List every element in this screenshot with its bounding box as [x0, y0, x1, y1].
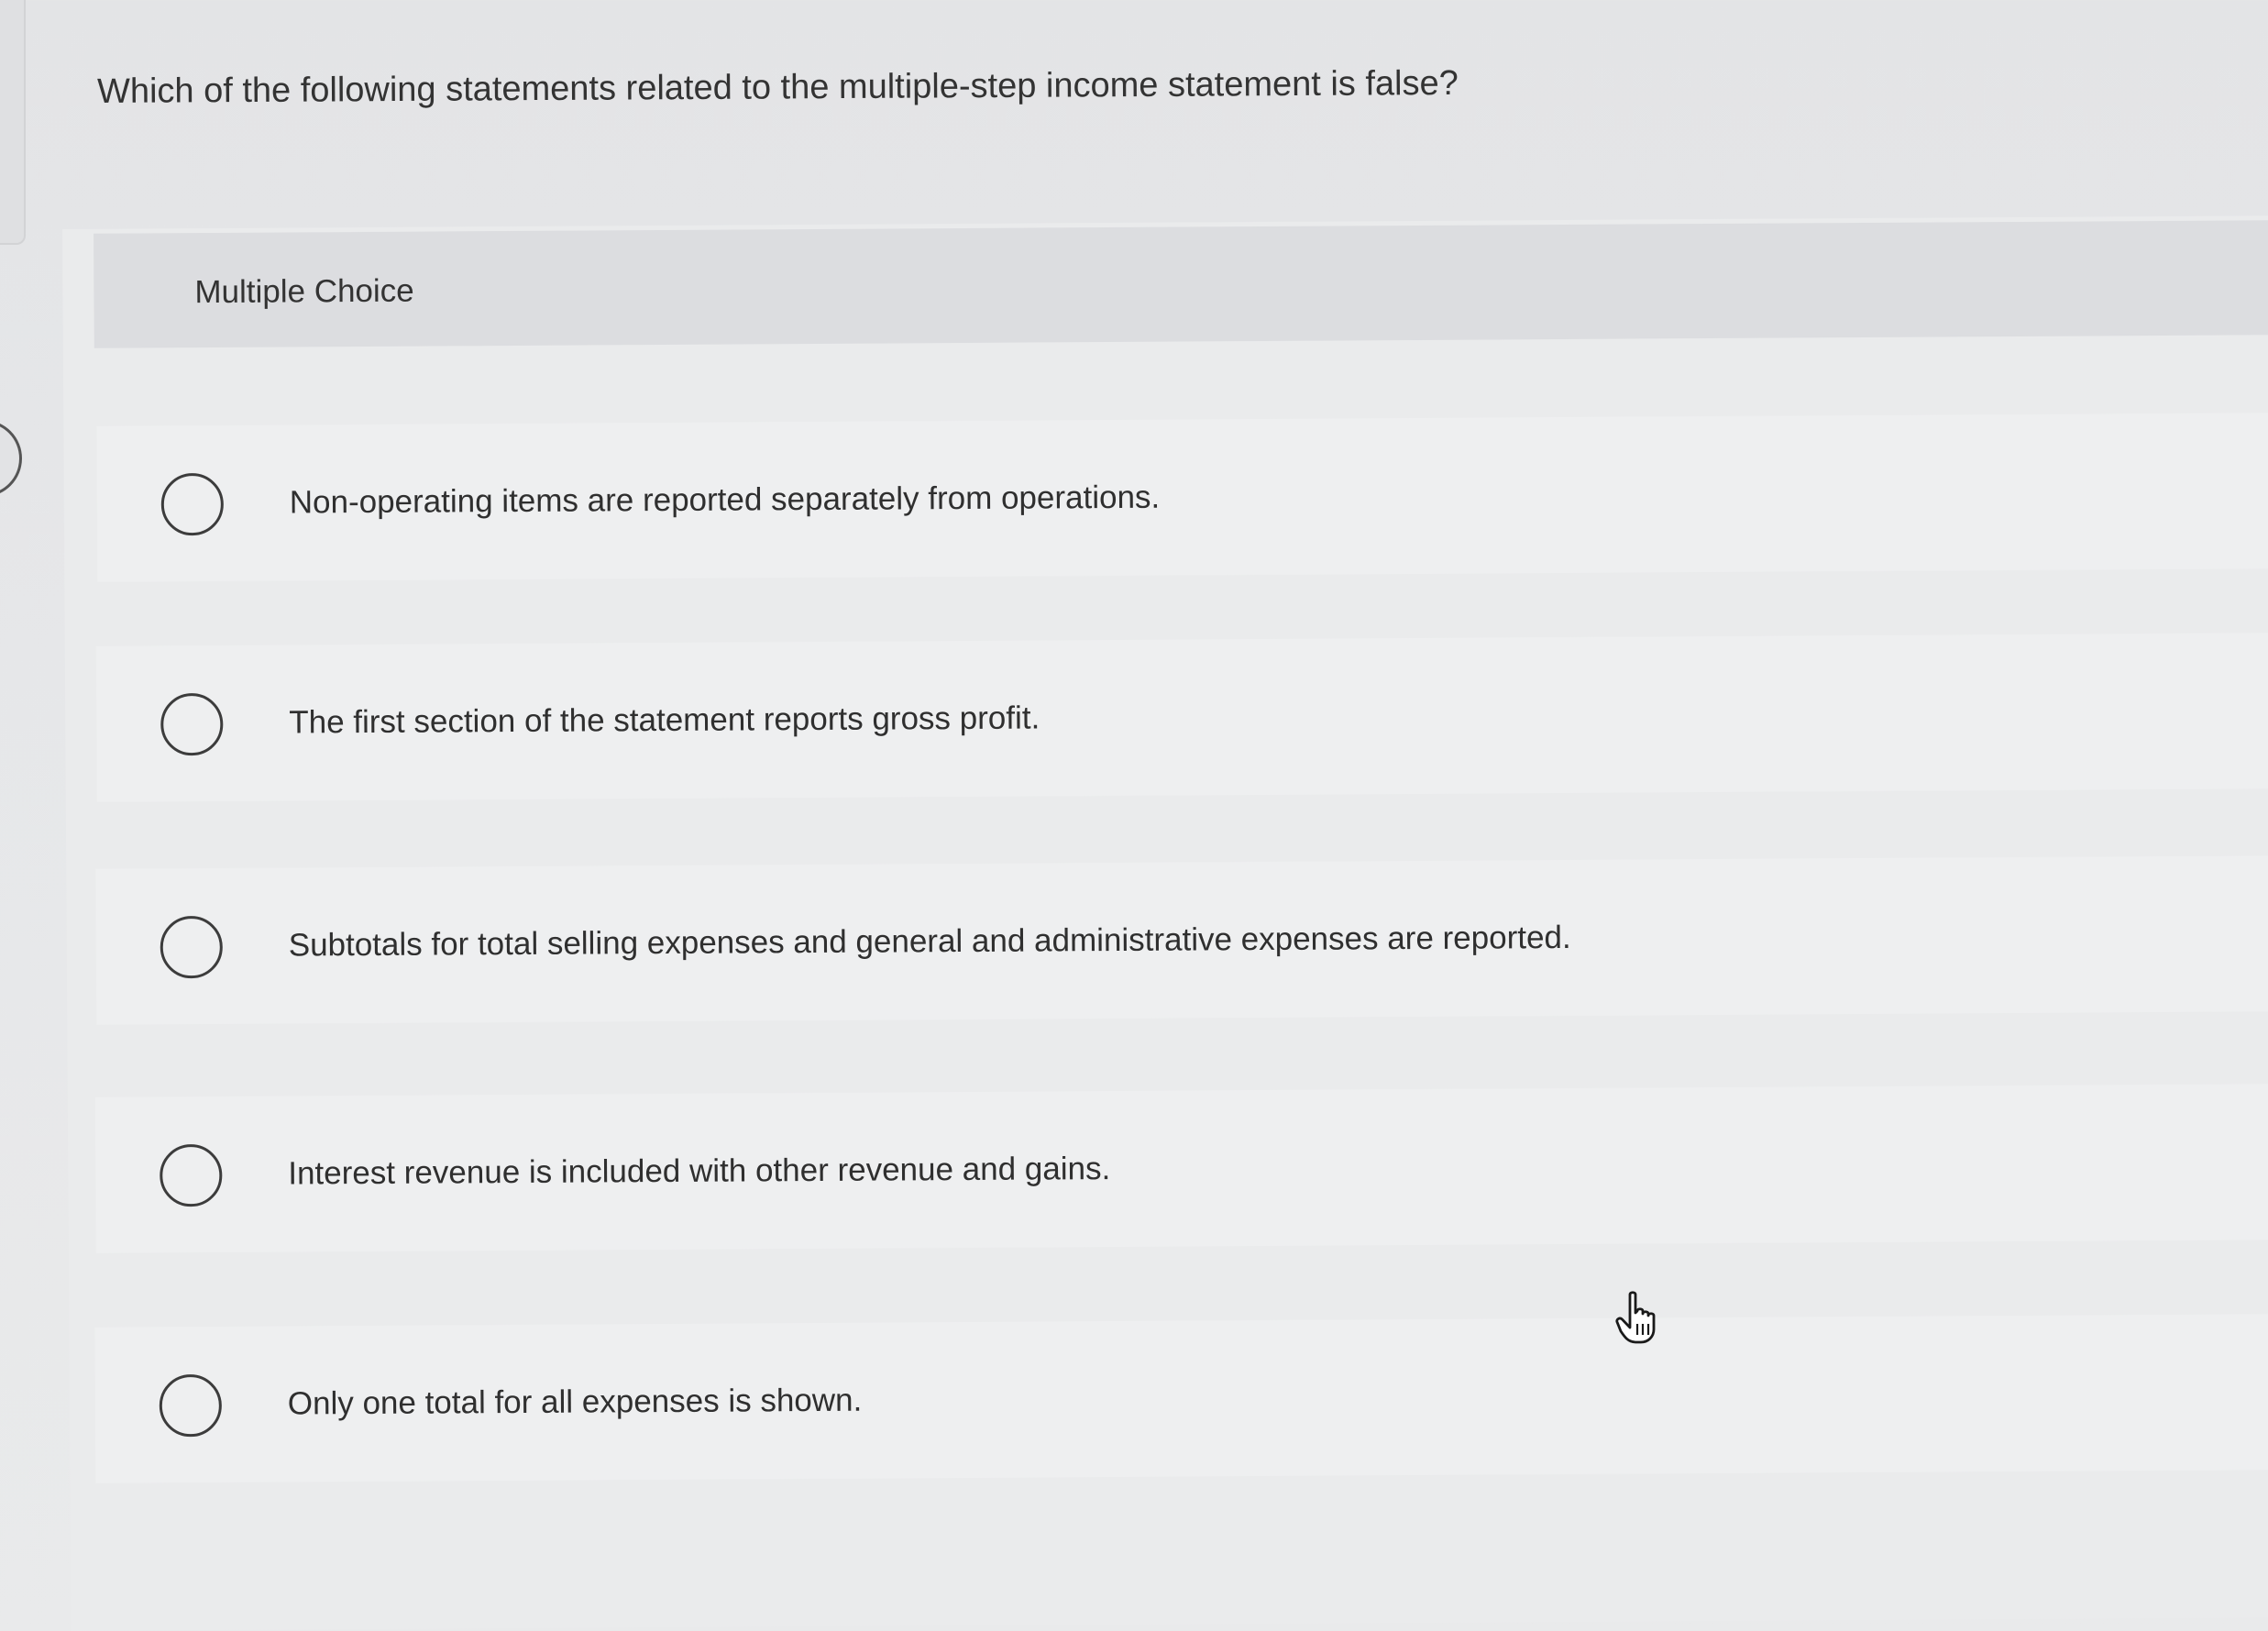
- multiple-choice-header: Multiple Choice: [94, 220, 2268, 348]
- radio-button[interactable]: [160, 915, 223, 979]
- answer-option-2[interactable]: The first section of the statement repor…: [95, 633, 2268, 802]
- answer-option-text: Interest revenue is included with other …: [288, 1151, 1111, 1192]
- answer-option-1[interactable]: Non-operating items are reported separat…: [96, 413, 2268, 582]
- hand-pointer-icon: [1615, 1291, 1656, 1344]
- answer-option-text: The first section of the statement repor…: [289, 700, 1040, 741]
- left-panel-edge: [0, 0, 26, 245]
- radio-button[interactable]: [160, 1143, 223, 1207]
- radio-button[interactable]: [160, 692, 224, 756]
- question-text: Which of the following statements relate…: [96, 63, 1459, 111]
- multiple-choice-label: Multiple Choice: [194, 272, 414, 311]
- answer-option-text: Subtotals for total selling expenses and…: [288, 919, 1571, 964]
- answer-option-5[interactable]: Only one total for all expenses is shown…: [94, 1314, 2268, 1483]
- previous-nav-button[interactable]: [0, 420, 22, 497]
- radio-button[interactable]: [160, 472, 225, 536]
- radio-button[interactable]: [159, 1373, 223, 1438]
- answer-option-text: Only one total for all expenses is shown…: [287, 1382, 863, 1422]
- answer-area: Multiple Choice Non-operating items are …: [62, 215, 2268, 1631]
- answer-option-text: Non-operating items are reported separat…: [289, 479, 1161, 521]
- answer-option-3[interactable]: Subtotals for total selling expenses and…: [95, 855, 2268, 1025]
- answer-option-4[interactable]: Interest revenue is included with other …: [94, 1084, 2268, 1253]
